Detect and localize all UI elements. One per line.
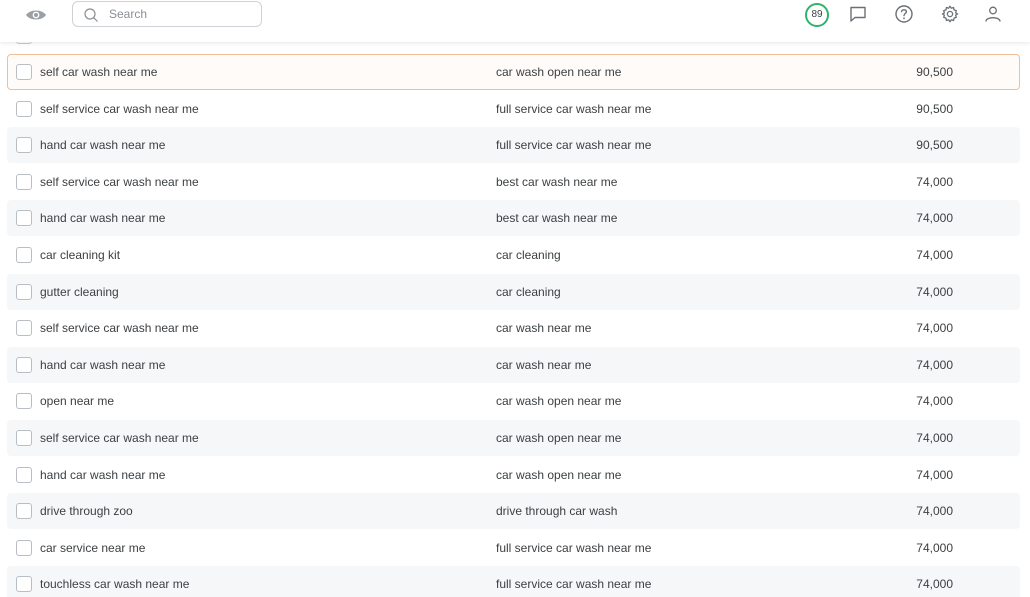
partial-checkbox: [16, 42, 32, 44]
keyword-row[interactable]: touchless car wash near me full service c…: [7, 566, 1020, 597]
row-checkbox[interactable]: [16, 137, 32, 154]
search-volume: 74,000: [916, 467, 953, 482]
related-keyword-text: car wash open near me: [496, 467, 622, 482]
related-keyword-text: full service car wash near me: [496, 138, 652, 153]
keyword-list[interactable]: self car wash near me car wash open near …: [0, 42, 1030, 597]
search-volume: 74,000: [916, 321, 953, 336]
keyword-row[interactable]: self service car wash near me car wash ne…: [7, 310, 1020, 346]
keyword-text: hand car wash near me: [40, 467, 166, 482]
gear-icon[interactable]: [940, 4, 960, 24]
keyword-text: drive through zoo: [40, 504, 133, 519]
keyword-text: gutter cleaning: [40, 284, 119, 299]
search-volume: 74,000: [916, 284, 953, 299]
related-keyword-text: car wash open near me: [496, 431, 622, 445]
search-box[interactable]: [72, 1, 262, 27]
search-volume: 74,000: [916, 248, 953, 262]
top-toolbar: 89: [0, 0, 1030, 42]
keyword-row[interactable]: self car wash near me car wash open near …: [7, 53, 1020, 90]
keyword-text: hand car wash near me: [40, 211, 166, 226]
related-keyword-text: car cleaning: [496, 248, 561, 262]
related-keyword-text: car wash open near me: [496, 64, 622, 79]
search-volume: 74,000: [916, 577, 953, 592]
related-keyword-text: best car wash near me: [496, 211, 618, 226]
search-volume: 74,000: [916, 394, 953, 409]
row-checkbox[interactable]: [16, 210, 32, 227]
search-volume: 74,000: [916, 357, 953, 372]
scrollbar[interactable]: [1022, 42, 1028, 597]
row-checkbox[interactable]: [16, 466, 32, 483]
search-volume: 74,000: [916, 211, 953, 226]
keyword-row[interactable]: self service car wash near me car wash op…: [7, 420, 1020, 456]
keyword-text: car service near me: [40, 540, 146, 555]
score-badge[interactable]: 89: [805, 3, 829, 27]
row-checkbox[interactable]: [16, 576, 32, 593]
search-volume: 90,500: [916, 138, 953, 153]
eye-icon[interactable]: [25, 7, 47, 23]
keyword-row[interactable]: drive through zoo drive through car wash 7…: [7, 493, 1020, 530]
row-checkbox[interactable]: [16, 320, 32, 337]
keyword-text: self car wash near me: [40, 64, 158, 79]
row-checkbox[interactable]: [16, 283, 32, 300]
related-keyword-text: full service car wash near me: [496, 540, 652, 555]
row-checkbox[interactable]: [16, 430, 32, 446]
keyword-text: car cleaning kit: [40, 248, 121, 262]
row-checkbox[interactable]: [16, 356, 32, 373]
keyword-text: hand car wash near me: [40, 138, 166, 153]
keyword-text: touchless car wash near me: [40, 577, 190, 592]
related-keyword-text: best car wash near me: [496, 174, 618, 189]
search-volume: 74,000: [916, 540, 953, 555]
row-checkbox[interactable]: [16, 247, 32, 263]
related-keyword-text: car wash near me: [496, 357, 592, 372]
keyword-row[interactable]: car cleaning kit car cleaning 74,000: [7, 237, 1020, 273]
keyword-row[interactable]: car service near me full service car wash…: [7, 530, 1020, 566]
row-checkbox[interactable]: [16, 503, 32, 520]
search-volume: 74,000: [916, 174, 953, 189]
keyword-row[interactable]: open near me car wash open near me 74,000: [7, 383, 1020, 419]
row-checkbox[interactable]: [16, 539, 32, 556]
row-checkbox[interactable]: [16, 63, 32, 80]
keyword-row[interactable]: hand car wash near me full service car wa…: [7, 127, 1020, 164]
keyword-text: hand car wash near me: [40, 357, 166, 372]
keyword-row[interactable]: hand car wash near me car wash near me 74,…: [7, 346, 1020, 383]
keyword-row[interactable]: gutter cleaning car cleaning 74,000: [7, 273, 1020, 310]
comment-icon[interactable]: [848, 4, 868, 24]
search-volume: 74,000: [916, 431, 953, 445]
related-keyword-text: full service car wash near me: [496, 101, 652, 116]
related-keyword-text: drive through car wash: [496, 504, 618, 519]
keyword-text: self service car wash near me: [40, 101, 199, 116]
keyword-row[interactable]: hand car wash near me best car wash near …: [7, 200, 1020, 237]
row-checkbox[interactable]: [16, 173, 32, 190]
search-input[interactable]: [109, 5, 249, 23]
search-icon: [83, 7, 99, 23]
row-checkbox[interactable]: [16, 393, 32, 410]
related-keyword-text: car wash near me: [496, 321, 592, 336]
search-volume: 90,500: [916, 64, 953, 79]
keyword-row[interactable]: self service car wash near me full servic…: [7, 91, 1020, 127]
keyword-text: self service car wash near me: [40, 321, 199, 336]
row-checkbox[interactable]: [16, 100, 32, 117]
keyword-row[interactable]: self service car wash near me best car wa…: [7, 164, 1020, 200]
search-volume: 90,500: [916, 101, 953, 116]
user-icon[interactable]: [983, 4, 1003, 24]
keyword-text: open near me: [40, 394, 115, 409]
related-keyword-text: car cleaning: [496, 284, 561, 299]
keyword-row[interactable]: hand car wash near me car wash open near …: [7, 457, 1020, 493]
keyword-text: self service car wash near me: [40, 174, 199, 189]
keyword-text: self service car wash near me: [40, 431, 199, 445]
help-icon[interactable]: [894, 4, 914, 24]
search-volume: 74,000: [916, 504, 953, 519]
related-keyword-text: car wash open near me: [496, 394, 622, 409]
related-keyword-text: full service car wash near me: [496, 577, 652, 592]
